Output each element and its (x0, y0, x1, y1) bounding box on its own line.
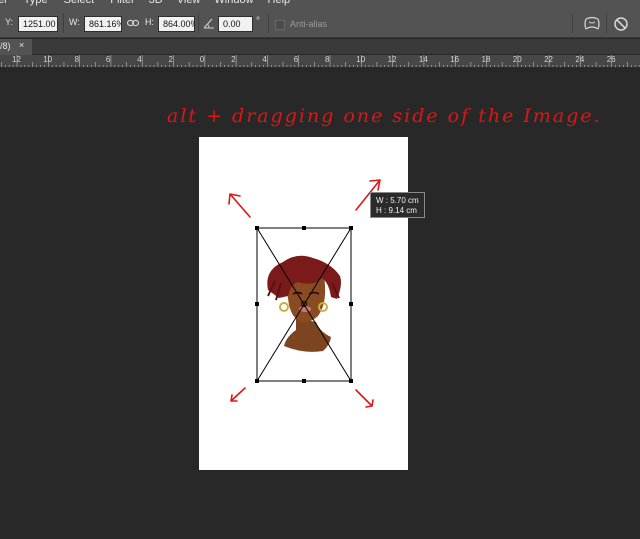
height-field[interactable]: 864.00% (158, 16, 195, 32)
tooltip-width: W : 5.70 cm (376, 196, 419, 205)
options-divider (572, 13, 573, 33)
ruler-label: 12 (12, 55, 21, 64)
ruler-label: 2 (168, 55, 173, 64)
ruler-label: 10 (43, 55, 53, 64)
close-tab-icon[interactable]: × (19, 40, 24, 50)
menu-item-er[interactable]: er (0, 0, 8, 7)
ruler-label: 26 (606, 55, 616, 64)
options-divider (268, 13, 269, 33)
menu-item-type[interactable]: Type (24, 0, 48, 7)
ruler-label: 22 (544, 55, 553, 64)
y-label: Y: (5, 17, 14, 27)
horizontal-ruler: 12 10 8 6 4 2 0 2 4 6 8 10 12 14 16 18 20 22 24 26 (0, 55, 640, 68)
options-divider (198, 13, 199, 33)
ruler-label: 20 (512, 55, 522, 64)
ruler-label: 12 (387, 55, 397, 64)
menu-item-3d[interactable]: 3D (149, 0, 163, 7)
link-icon[interactable] (127, 18, 139, 28)
transform-size-tooltip: W : 5.70 cm H : 9.14 cm (370, 192, 425, 218)
document-tab-title: /8) (0, 41, 11, 51)
document-canvas[interactable] (199, 137, 408, 470)
ruler-label: 6 (105, 55, 111, 64)
anti-alias-label: Anti-alias (290, 19, 328, 29)
ruler-label: 16 (450, 55, 460, 64)
menu-bar: er Type Select Filter 3D View Window Help (0, 0, 640, 8)
anti-alias-checkbox[interactable] (275, 20, 285, 30)
width-field[interactable]: 861.16% (84, 16, 122, 32)
ruler-label: 8 (325, 55, 330, 64)
options-divider (606, 13, 607, 33)
ruler-label: 18 (481, 55, 491, 64)
ruler-label: 10 (356, 55, 366, 64)
document-tab[interactable]: /8) × (0, 39, 32, 55)
ruler-label: 4 (262, 55, 267, 64)
options-divider (63, 13, 64, 33)
photoshop-window: er Type Select Filter 3D View Window Help Y: 12… (0, 0, 640, 539)
document-tab-bar: /8) × (0, 39, 640, 55)
h-label: H: (145, 17, 154, 27)
annotation-text: alt + dragging one side of the Image. (167, 105, 602, 127)
degree-symbol: ° (256, 16, 260, 27)
menu-item-view[interactable]: View (177, 0, 201, 7)
y-position-field[interactable]: 1251.00 p (18, 16, 58, 32)
w-label: W: (69, 17, 80, 27)
ruler-label: 24 (575, 55, 585, 64)
ruler-label: 0 (199, 55, 205, 64)
ruler-label: 8 (74, 55, 80, 64)
cancel-transform-icon[interactable] (613, 16, 629, 32)
ruler-label: 6 (293, 55, 299, 64)
options-bar: Y: 1251.00 p W: 861.16% H: 864.00% 0.00 … (0, 8, 640, 38)
menu-item-filter[interactable]: Filter (110, 0, 134, 7)
tooltip-height: H : 9.14 cm (376, 206, 417, 215)
warp-mode-icon[interactable] (583, 16, 601, 32)
angle-icon (203, 18, 214, 29)
menu-item-help[interactable]: Help (268, 0, 291, 7)
handwritten-annotation: alt + dragging one side of the Image. (165, 96, 625, 132)
ruler-label: 4 (137, 55, 142, 64)
menu-item-select[interactable]: Select (64, 0, 95, 7)
menu-item-window[interactable]: Window (214, 0, 253, 7)
ruler-label: 14 (418, 55, 428, 64)
angle-field[interactable]: 0.00 (218, 16, 253, 32)
ruler-label: 2 (231, 55, 236, 64)
